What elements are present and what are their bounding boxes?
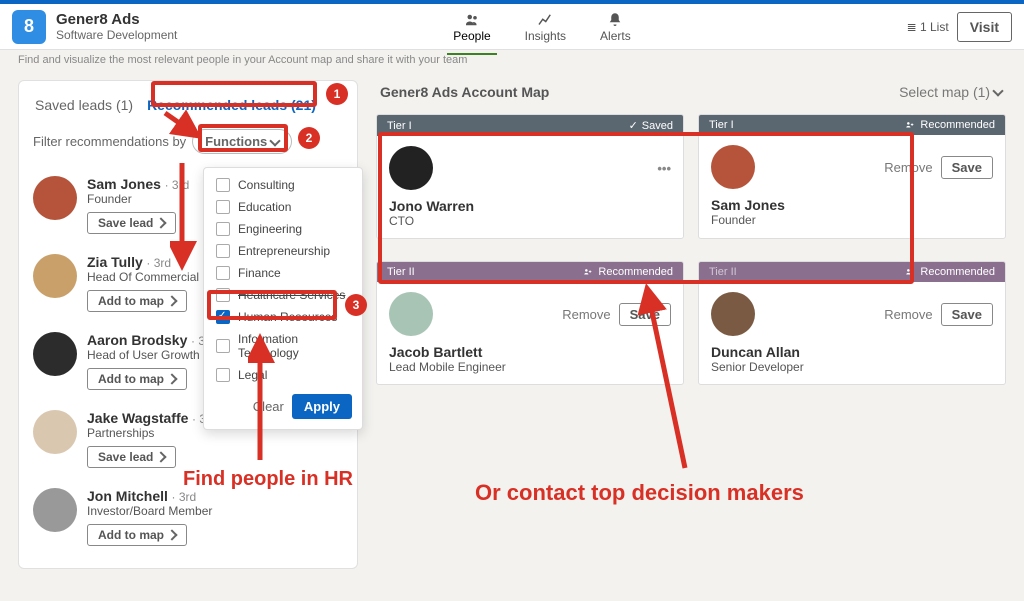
avatar: [33, 332, 77, 376]
filter-label: Filter recommendations by: [33, 134, 186, 149]
avatar: [33, 254, 77, 298]
nav-insights[interactable]: Insights: [525, 7, 566, 47]
insights-icon: [536, 11, 554, 29]
add-to-map-button[interactable]: Add to map: [87, 524, 187, 546]
top-bar: 8 Gener8 Ads Software Development People…: [0, 0, 1024, 50]
map-title: Gener8 Ads Account Map: [380, 84, 549, 100]
add-to-map-button[interactable]: Add to map: [87, 368, 187, 390]
save-button[interactable]: Save: [941, 156, 993, 179]
remove-button[interactable]: Remove: [884, 307, 932, 322]
function-option[interactable]: Entrepreneurship: [204, 240, 362, 262]
apply-button[interactable]: Apply: [292, 394, 352, 419]
avatar: [33, 410, 77, 454]
avatar: [389, 292, 433, 336]
nav-people[interactable]: People: [453, 7, 490, 47]
map-card: Tier II Recommended RemoveSave Jacob Bar…: [376, 261, 684, 385]
more-icon[interactable]: •••: [657, 161, 671, 176]
tab-recommended-leads[interactable]: Recommended leads (21): [145, 93, 318, 117]
bell-icon: [606, 11, 624, 29]
chevron-down-icon: [992, 85, 1003, 96]
avatar: [711, 292, 755, 336]
function-option-hr[interactable]: Human Resources: [204, 306, 362, 328]
chevron-down-icon: [270, 135, 281, 146]
nav-alerts[interactable]: Alerts: [600, 7, 631, 47]
tier2-row: Tier II Recommended RemoveSave Jacob Bar…: [376, 261, 1006, 385]
save-button[interactable]: Save: [941, 303, 993, 326]
leads-panel: Saved leads (1) Recommended leads (21) F…: [18, 80, 358, 569]
functions-dropdown-button[interactable]: Functions: [192, 129, 292, 154]
map-card: Tier II Recommended RemoveSave Duncan Al…: [698, 261, 1006, 385]
add-to-map-button[interactable]: Add to map: [87, 290, 187, 312]
recommended-tag: Recommended: [582, 266, 673, 278]
remove-button[interactable]: Remove: [562, 307, 610, 322]
avatar: [389, 146, 433, 190]
function-option[interactable]: Healthcare Services: [204, 284, 362, 306]
select-map-dropdown[interactable]: Select map (1): [899, 84, 1002, 100]
save-button[interactable]: Save: [619, 303, 671, 326]
map-card: Tier I Recommended RemoveSave Sam Jones …: [698, 114, 1006, 239]
tab-saved-leads[interactable]: Saved leads (1): [33, 93, 135, 117]
functions-dropdown: Consulting Education Engineering Entrepr…: [203, 167, 363, 430]
page-subtitle: Find and visualize the most relevant peo…: [0, 50, 1024, 70]
list-count[interactable]: ≣ 1 List: [907, 20, 949, 34]
avatar: [711, 145, 755, 189]
save-lead-button[interactable]: Save lead: [87, 446, 176, 468]
lead-row: Jon Mitchell · 3rd Investor/Board Member…: [33, 478, 343, 556]
function-option[interactable]: Legal: [204, 364, 362, 386]
recommended-tag: Recommended: [904, 119, 995, 131]
visit-button[interactable]: Visit: [957, 12, 1012, 42]
clear-button[interactable]: Clear: [253, 394, 284, 419]
saved-tag: ✓ Saved: [629, 119, 673, 132]
recommended-tag: Recommended: [904, 266, 995, 278]
tier1-row: Tier I✓ Saved ••• Jono Warren CTO Tier I…: [376, 114, 1006, 239]
function-option[interactable]: Education: [204, 196, 362, 218]
function-option[interactable]: Finance: [204, 262, 362, 284]
company-industry: Software Development: [56, 28, 177, 42]
remove-button[interactable]: Remove: [884, 160, 932, 175]
account-map-panel: Gener8 Ads Account Map Select map (1) Ti…: [376, 80, 1006, 569]
function-option[interactable]: Engineering: [204, 218, 362, 240]
map-card: Tier I✓ Saved ••• Jono Warren CTO: [376, 114, 684, 239]
avatar: [33, 488, 77, 532]
company-logo: 8: [12, 10, 46, 44]
avatar: [33, 176, 77, 220]
people-icon: [463, 11, 481, 29]
function-option[interactable]: Information Technology: [204, 328, 362, 364]
company-name: Gener8 Ads: [56, 11, 177, 28]
save-lead-button[interactable]: Save lead: [87, 212, 176, 234]
function-option[interactable]: Consulting: [204, 174, 362, 196]
